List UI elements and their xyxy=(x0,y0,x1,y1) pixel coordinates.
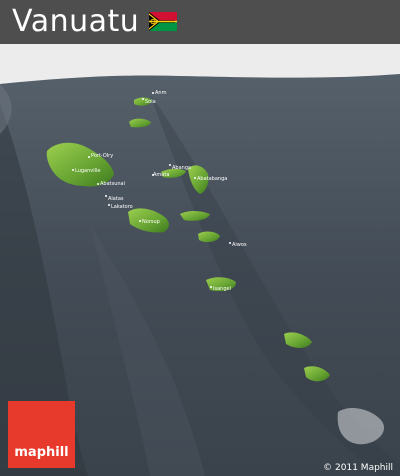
place-label: Aiwos xyxy=(232,242,247,248)
map-frame: Vanuatu Anm Sola Port-Olry Luganville Ab… xyxy=(0,0,400,476)
logo-text: maphill xyxy=(14,445,69,460)
copyright-text: © 2011 Maphill xyxy=(323,463,393,473)
header-bar: Vanuatu xyxy=(0,0,400,44)
place-label: Anm xyxy=(155,90,167,96)
place-label: Abanga xyxy=(172,165,191,171)
place-label: Alatas xyxy=(108,196,124,202)
maphill-logo[interactable]: maphill xyxy=(8,401,75,468)
place-label: Abatabanga xyxy=(197,176,227,182)
place-label: Isangel xyxy=(213,286,231,292)
place-label: Port-Olry xyxy=(91,153,113,159)
place-label: Sola xyxy=(145,99,156,105)
place-label: Lakatoro xyxy=(111,204,133,210)
vanuatu-flag-icon xyxy=(149,12,177,31)
place-label: Amata xyxy=(153,172,169,178)
place-label: Norsup xyxy=(142,219,160,225)
place-label: Luganville xyxy=(75,168,100,174)
place-label: Abatsunai xyxy=(100,181,125,187)
page-title: Vanuatu xyxy=(12,4,140,39)
